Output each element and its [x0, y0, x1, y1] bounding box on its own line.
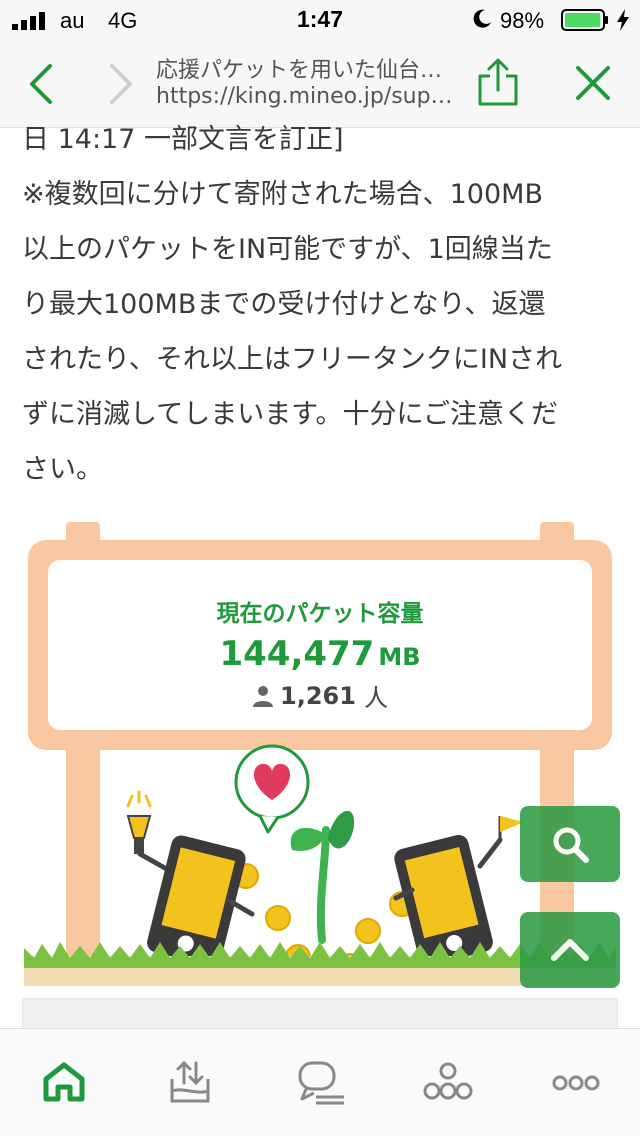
- share-icon[interactable]: [476, 58, 520, 108]
- search-icon: [553, 827, 589, 863]
- close-icon[interactable]: [574, 64, 612, 102]
- page-title: 応援パケットを用いた仙台…: [156, 58, 443, 83]
- community-icon: [423, 1062, 473, 1100]
- tab-community[interactable]: [418, 1057, 478, 1107]
- chevron-up-icon: [551, 939, 589, 961]
- tab-more[interactable]: [546, 1057, 606, 1107]
- article-body: 日 14:17 一部文言を訂正] ※複数回に分けて寄附された場合、100MB 以…: [22, 112, 626, 497]
- tab-talk[interactable]: [290, 1057, 350, 1107]
- phone-mascot-left-icon: [126, 790, 255, 967]
- article-line: さい。: [22, 454, 103, 485]
- status-bar: au 4G 1:47 98%: [0, 0, 640, 40]
- phone-mascot-right-icon: [393, 816, 524, 966]
- article-line: されたり、それ以上はフリータンクにINされ: [22, 344, 563, 375]
- article-line: 以上のパケットをIN可能ですが、1回線当た: [22, 234, 553, 265]
- chat-icon: [298, 1061, 344, 1105]
- more-icon: [552, 1075, 600, 1091]
- bottom-tab-bar: [0, 1028, 640, 1136]
- tab-home[interactable]: [34, 1057, 94, 1107]
- tab-packet-exchange[interactable]: [160, 1057, 220, 1107]
- search-button[interactable]: [520, 806, 620, 882]
- heart-bubble-icon: [234, 744, 310, 834]
- article-line: ずに消滅してしまいます。十分にご注意くだ: [22, 399, 558, 430]
- article-line: ※複数回に分けて寄附された場合、100MB: [22, 179, 543, 210]
- article-line: 日 14:17 一部文言を訂正]: [22, 124, 344, 155]
- home-icon: [43, 1062, 85, 1102]
- article-line: り最大100MBまでの受け付けとなり、返還: [22, 289, 546, 320]
- forward-icon[interactable]: [106, 62, 136, 106]
- sprout-icon: [290, 810, 355, 944]
- back-icon[interactable]: [26, 62, 56, 106]
- moon-icon: [473, 9, 491, 28]
- charging-icon: [617, 9, 629, 31]
- scroll-top-button[interactable]: [520, 912, 620, 988]
- battery-icon: [561, 9, 608, 31]
- upload-icon: [170, 1060, 210, 1103]
- page-url[interactable]: https://king.mineo.jp/sup…: [156, 84, 466, 109]
- battery-percent: 98%: [500, 8, 545, 33]
